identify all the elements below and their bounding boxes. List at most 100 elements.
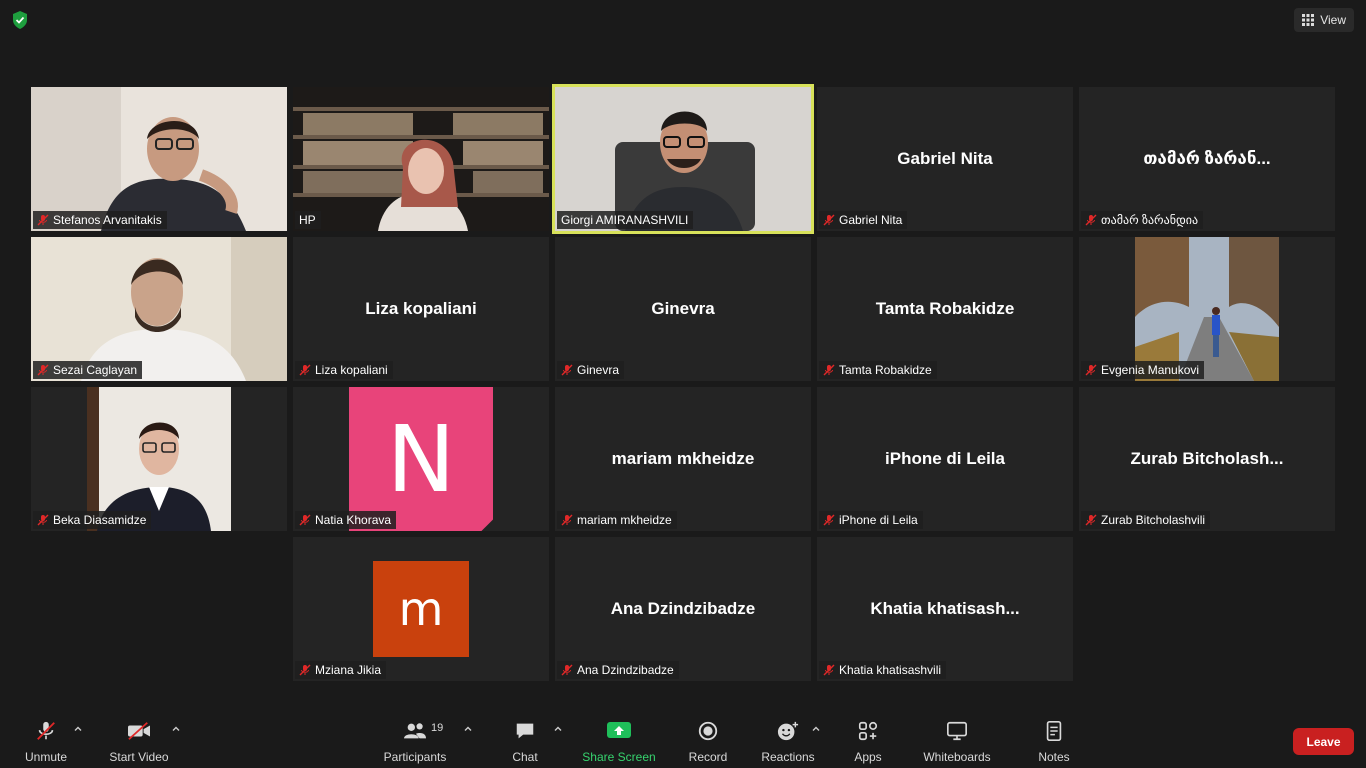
participant-name-label: Tamta Robakidze	[819, 361, 937, 379]
meeting-toolbar: Unmute Start Video Participants 19 Chat …	[0, 708, 1366, 768]
security-shield-icon[interactable]	[10, 10, 30, 30]
leave-button[interactable]: Leave	[1293, 728, 1354, 755]
muted-mic-icon	[37, 214, 49, 226]
participant-tile[interactable]: Ginevra Ginevra	[555, 237, 811, 381]
start-video-button[interactable]: Start Video	[106, 718, 172, 766]
participant-tile[interactable]: m Mziana Jikia	[293, 537, 549, 681]
participant-tile[interactable]: HP	[293, 87, 549, 231]
chat-icon	[516, 723, 534, 739]
muted-mic-icon	[1085, 514, 1097, 526]
participant-tile[interactable]: Liza kopaliani Liza kopaliani	[293, 237, 549, 381]
participant-center-name: Gabriel Nita	[897, 149, 993, 168]
start-video-label: Start Video	[109, 750, 169, 764]
participant-tile[interactable]: Tamta Robakidze Tamta Robakidze	[817, 237, 1073, 381]
muted-mic-icon	[299, 364, 311, 376]
participant-name: Khatia khatisashvili	[839, 663, 942, 677]
share-screen-icon	[607, 722, 631, 738]
participant-name: Natia Khorava	[315, 513, 392, 527]
participant-name-label: Liza kopaliani	[295, 361, 393, 379]
participant-name-label: Zurab Bitcholashvili	[1081, 511, 1211, 529]
reactions-button[interactable]: Reactions	[760, 718, 816, 766]
participant-video	[555, 87, 811, 231]
participant-name: თამარ ზარანდია	[1101, 213, 1199, 227]
participant-name: iPhone di Leila	[839, 513, 918, 527]
participant-tile[interactable]: Gabriel Nita Gabriel Nita	[817, 87, 1073, 231]
view-button[interactable]: View	[1294, 8, 1354, 32]
muted-mic-icon	[823, 214, 835, 226]
unmute-button[interactable]: Unmute	[22, 718, 70, 766]
participant-name: Tamta Robakidze	[839, 363, 932, 377]
notes-label: Notes	[1038, 750, 1070, 764]
record-button[interactable]: Record	[686, 718, 730, 766]
participant-tile[interactable]: Ana Dzindzibadze Ana Dzindzibadze	[555, 537, 811, 681]
participant-tile[interactable]: თამარ ზარან... თამარ ზარანდია	[1079, 87, 1335, 231]
participant-name-label: iPhone di Leila	[819, 511, 923, 529]
audio-options-caret-icon[interactable]	[73, 724, 83, 734]
participant-name: Ginevra	[577, 363, 620, 377]
participant-name: Stefanos Arvanitakis	[53, 213, 162, 227]
participant-tile[interactable]: Sezai Caglayan	[31, 237, 287, 381]
participant-center-name: Liza kopaliani	[365, 299, 477, 318]
participant-name-label: Khatia khatisashvili	[819, 661, 947, 679]
participant-name: Ana Dzindzibadze	[577, 663, 674, 677]
participant-name-label: Mziana Jikia	[295, 661, 387, 679]
participant-tile[interactable]: Khatia khatisash... Khatia khatisashvili	[817, 537, 1073, 681]
participant-center-name: Ana Dzindzibadze	[610, 599, 756, 618]
apps-button[interactable]: Apps	[850, 718, 886, 766]
notes-icon	[1046, 721, 1062, 741]
gallery-grid: Stefanos Arvanitakis HP Giorgi AMIRANASH…	[31, 84, 1335, 681]
avatar: m	[373, 561, 469, 657]
participants-icon	[404, 723, 426, 739]
muted-mic-icon	[561, 664, 573, 676]
chat-button[interactable]: Chat	[505, 718, 545, 766]
record-label: Record	[688, 750, 728, 764]
participant-name-label: Ginevra	[557, 361, 625, 379]
active-speaker-tile[interactable]: Giorgi AMIRANASHVILI	[552, 84, 814, 234]
participants-caret-icon[interactable]	[463, 724, 473, 734]
reactions-label: Reactions	[761, 750, 815, 764]
participant-name: Sezai Caglayan	[53, 363, 138, 377]
apps-icon	[858, 721, 878, 741]
participant-name-label: Ana Dzindzibadze	[557, 661, 679, 679]
whiteboards-button[interactable]: Whiteboards	[920, 718, 994, 766]
whiteboard-icon	[947, 721, 967, 741]
chat-caret-icon[interactable]	[553, 724, 563, 734]
reactions-caret-icon[interactable]	[811, 724, 821, 734]
participant-name: Mziana Jikia	[315, 663, 382, 677]
participant-tile[interactable]: Zurab Bitcholash... Zurab Bitcholashvili	[1079, 387, 1335, 531]
participant-tile[interactable]: N Natia Khorava	[293, 387, 549, 531]
share-screen-button[interactable]: Share Screen	[582, 718, 656, 766]
participant-name-label: Stefanos Arvanitakis	[33, 211, 167, 229]
participants-count: 19	[431, 722, 444, 734]
record-icon	[698, 721, 718, 741]
notes-button[interactable]: Notes	[1034, 718, 1074, 766]
video-off-icon	[128, 722, 150, 740]
participant-name: Beka Diasamidze	[53, 513, 147, 527]
participant-video	[31, 237, 287, 381]
muted-mic-icon	[823, 364, 835, 376]
participant-name: Giorgi AMIRANASHVILI	[561, 213, 689, 227]
muted-mic-icon	[1085, 214, 1097, 226]
muted-mic-icon	[561, 364, 573, 376]
muted-mic-icon	[37, 514, 49, 526]
participant-name: Evgenia Manukovi	[1101, 363, 1200, 377]
chat-label: Chat	[512, 750, 538, 764]
participant-center-name: mariam mkheidze	[611, 449, 755, 468]
participant-name-label: mariam mkheidze	[557, 511, 677, 529]
participant-tile[interactable]: Evgenia Manukovi	[1079, 237, 1335, 381]
apps-label: Apps	[854, 750, 882, 764]
unmute-label: Unmute	[24, 750, 68, 764]
view-label: View	[1320, 13, 1346, 27]
participant-tile[interactable]: iPhone di Leila iPhone di Leila	[817, 387, 1073, 531]
participant-name: HP	[299, 213, 316, 227]
participant-name: Gabriel Nita	[839, 213, 903, 227]
participant-center-name: თამარ ზარან...	[1143, 149, 1271, 168]
video-options-caret-icon[interactable]	[171, 724, 181, 734]
participant-center-name: Ginevra	[651, 299, 715, 318]
participant-name-label: Evgenia Manukovi	[1081, 361, 1205, 379]
participant-tile[interactable]: Stefanos Arvanitakis	[31, 87, 287, 231]
participants-label: Participants	[383, 750, 447, 764]
participant-tile[interactable]: Beka Diasamidze	[31, 387, 287, 531]
participant-center-name: Zurab Bitcholash...	[1130, 449, 1284, 468]
participant-tile[interactable]: mariam mkheidze mariam mkheidze	[555, 387, 811, 531]
